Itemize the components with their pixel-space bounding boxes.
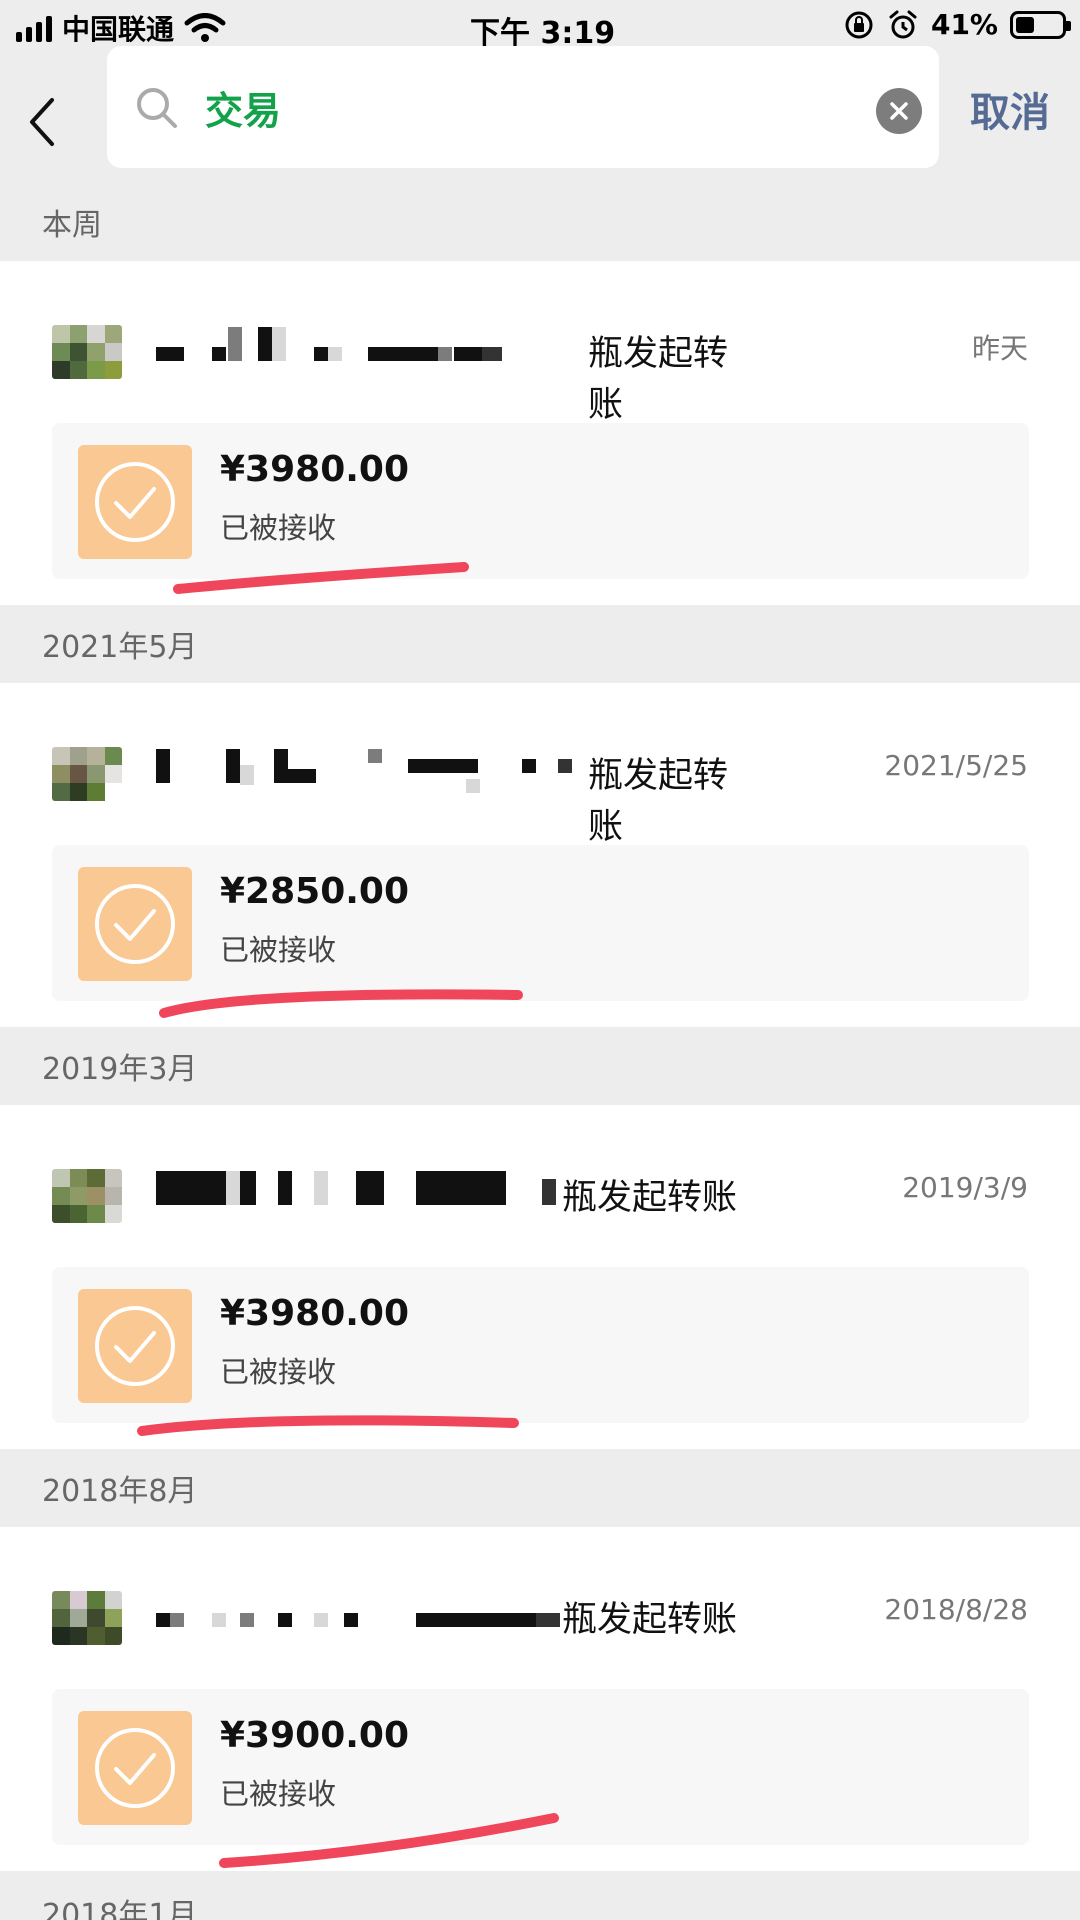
transfer-amount: ¥3980.00 bbox=[220, 1293, 410, 1334]
transfer-amount: ¥3980.00 bbox=[220, 449, 410, 490]
sender-name: 瓶发起转账 bbox=[154, 1169, 754, 1220]
transaction-item[interactable]: 瓶发起转账 昨天 ¥3980.00 已被接收 bbox=[0, 261, 1080, 605]
sender-name: 瓶发起转账 bbox=[154, 325, 754, 427]
section-header: 2021年5月 bbox=[0, 605, 1080, 683]
sender-text: 瓶发起转账 bbox=[586, 747, 754, 849]
transfer-status: 已被接收 bbox=[220, 1355, 337, 1389]
cancel-button[interactable]: 取消 bbox=[970, 80, 1050, 138]
transfer-status: 已被接收 bbox=[220, 933, 337, 967]
sender-name: 瓶发起转账 bbox=[154, 1591, 754, 1642]
check-circle-icon bbox=[95, 1306, 175, 1386]
transfer-card[interactable]: ¥3980.00 已被接收 bbox=[52, 1267, 1029, 1423]
transaction-date: 2018/8/28 bbox=[884, 1593, 1028, 1626]
chevron-left-icon bbox=[30, 98, 54, 146]
sender-text: 瓶发起转账 bbox=[560, 1591, 738, 1642]
transfer-status: 已被接收 bbox=[220, 511, 337, 545]
status-right: 41% bbox=[843, 8, 1071, 41]
transaction-date: 2019/3/9 bbox=[902, 1171, 1028, 1204]
transaction-item[interactable]: 瓶发起转账 2021/5/25 ¥2850.00 已被接收 bbox=[0, 683, 1080, 1027]
transaction-item[interactable]: 瓶发起转账 2019/3/9 ¥3980.00 已被接收 bbox=[0, 1105, 1080, 1449]
sender-text: 瓶发起转账 bbox=[560, 1169, 738, 1220]
avatar[interactable] bbox=[52, 325, 122, 379]
transfer-card[interactable]: ¥2850.00 已被接收 bbox=[52, 845, 1029, 1001]
transfer-card[interactable]: ¥3900.00 已被接收 bbox=[52, 1689, 1029, 1845]
back-button[interactable] bbox=[20, 92, 64, 152]
transfer-received-icon bbox=[78, 1289, 192, 1403]
transfer-amount: ¥3900.00 bbox=[220, 1715, 410, 1756]
transfer-received-icon bbox=[78, 1711, 192, 1825]
signal-icon bbox=[16, 14, 52, 42]
status-bar: 中国联通 下午 3:19 41% bbox=[0, 0, 1080, 51]
avatar[interactable] bbox=[52, 1169, 122, 1223]
sender-name: 瓶发起转账 bbox=[154, 747, 754, 849]
search-input[interactable] bbox=[203, 72, 803, 142]
transaction-list: 本周 瓶发起转账 昨天 ¥3980.00 已被接收 2021年5月 瓶发起转账 … bbox=[0, 183, 1080, 1871]
battery-level bbox=[1016, 16, 1035, 33]
check-circle-icon bbox=[95, 462, 175, 542]
check-circle-icon bbox=[95, 1728, 175, 1808]
orientation-lock-icon bbox=[845, 11, 873, 38]
section-header: 本周 bbox=[0, 183, 1080, 261]
transfer-card[interactable]: ¥3980.00 已被接收 bbox=[52, 423, 1029, 579]
check-circle-icon bbox=[95, 884, 175, 964]
clear-search-button[interactable] bbox=[876, 88, 922, 134]
status-left: 中国联通 bbox=[16, 8, 226, 48]
section-header: 2018年1月 bbox=[0, 1878, 1080, 1920]
carrier-name: 中国联通 bbox=[62, 13, 175, 46]
wifi-icon bbox=[184, 13, 226, 42]
transfer-received-icon bbox=[78, 445, 192, 559]
section-header: 2018年8月 bbox=[0, 1449, 1080, 1527]
close-icon bbox=[890, 102, 908, 120]
avatar[interactable] bbox=[52, 1591, 122, 1645]
section-header-label: 2018年1月 bbox=[42, 1898, 198, 1920]
transfer-status: 已被接收 bbox=[220, 1777, 337, 1811]
transaction-date: 2021/5/25 bbox=[884, 749, 1028, 782]
search-box[interactable] bbox=[107, 46, 939, 168]
top-bar: 中国联通 下午 3:19 41% 交易 取消 bbox=[0, 0, 1080, 183]
sender-text: 瓶发起转账 bbox=[586, 325, 754, 427]
alarm-icon bbox=[889, 10, 917, 38]
battery-percent: 41% bbox=[930, 8, 998, 41]
search-icon bbox=[137, 88, 177, 128]
transfer-received-icon bbox=[78, 867, 192, 981]
transaction-date: 昨天 bbox=[971, 332, 1028, 365]
section-header: 2019年3月 bbox=[0, 1027, 1080, 1105]
avatar[interactable] bbox=[52, 747, 122, 801]
transaction-item[interactable]: 瓶发起转账 2018/8/28 ¥3900.00 已被接收 bbox=[0, 1527, 1080, 1871]
transfer-amount: ¥2850.00 bbox=[220, 871, 410, 912]
battery-icon bbox=[1010, 10, 1071, 39]
